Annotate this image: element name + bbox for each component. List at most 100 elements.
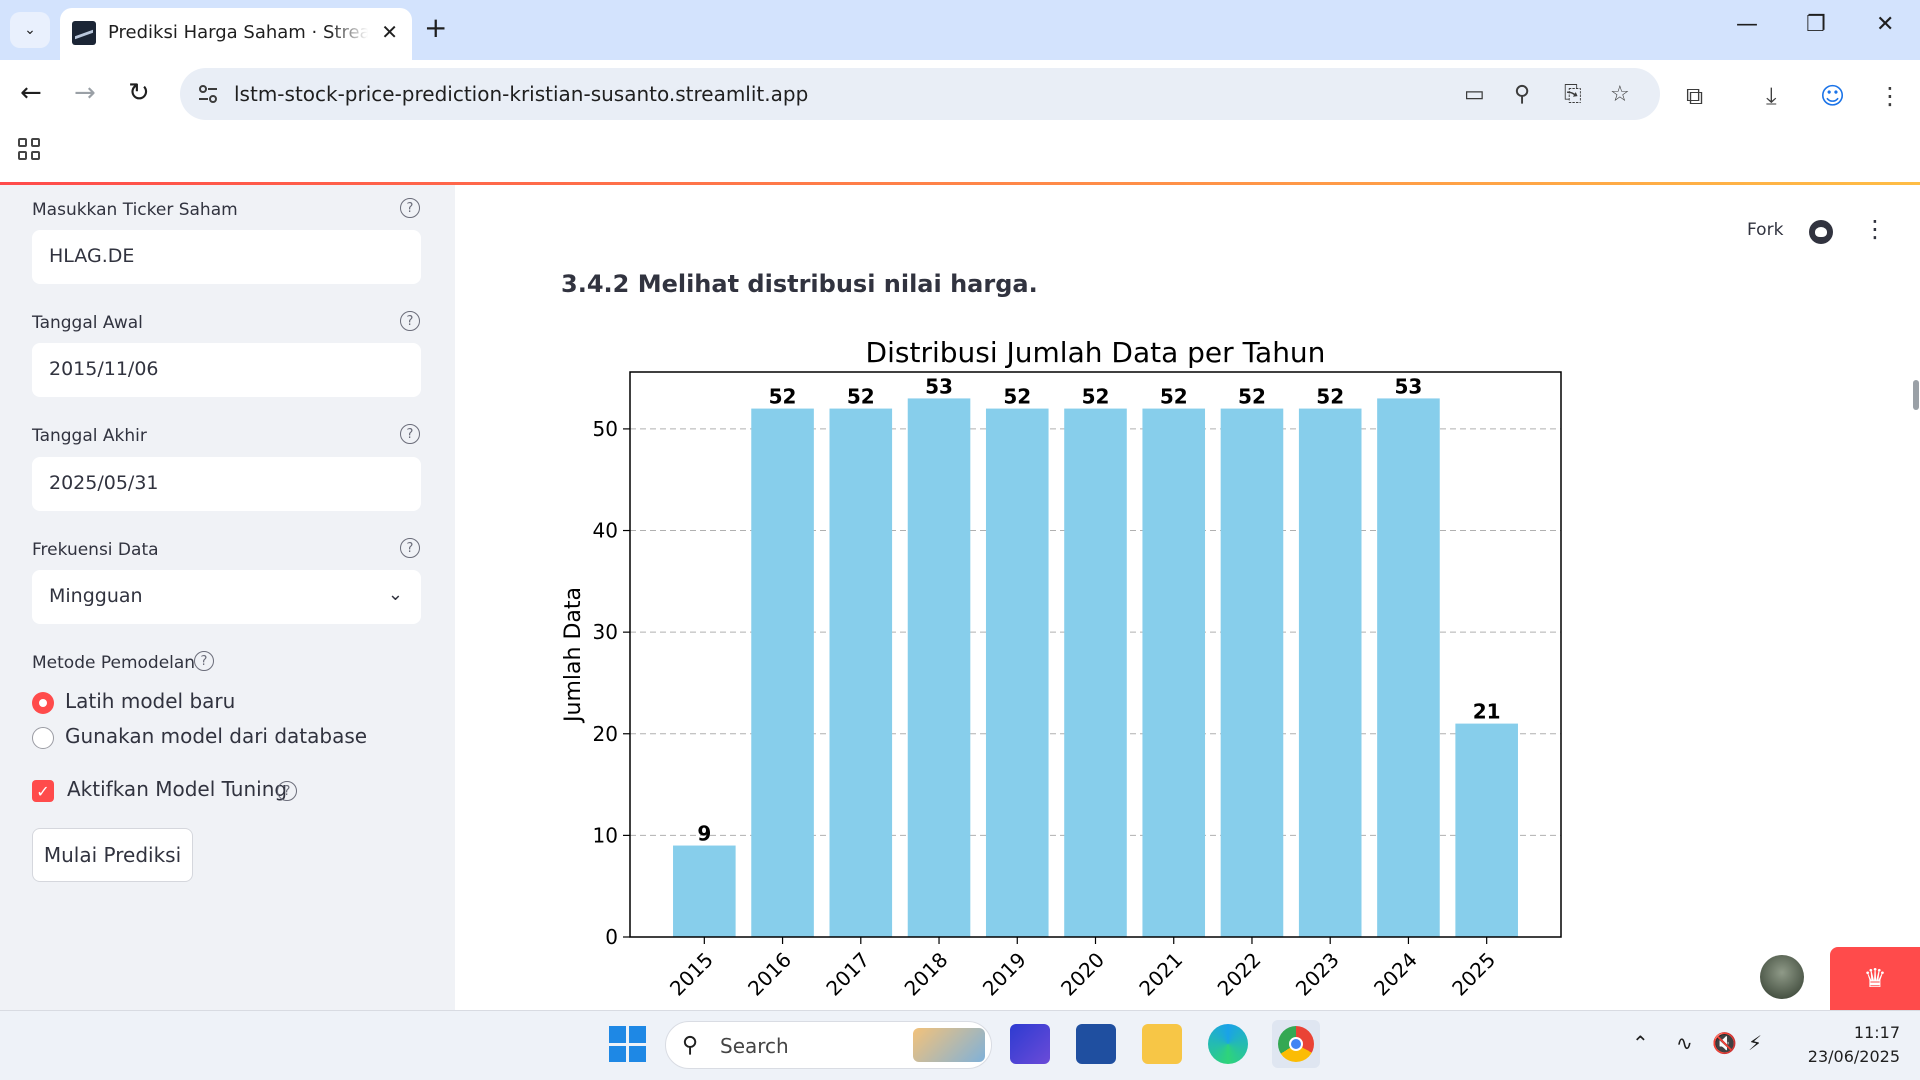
x-tick-label: 2023 xyxy=(1291,948,1344,1001)
ticker-input[interactable]: HLAG.DE xyxy=(32,230,421,284)
bar xyxy=(829,408,893,937)
copilot-app-icon[interactable] xyxy=(1010,1024,1050,1064)
chrome-taskbar-button[interactable] xyxy=(1272,1020,1320,1068)
start-date-label: Tanggal Awal xyxy=(32,313,143,333)
section-heading: 3.4.2 Melihat distribusi nilai harga. xyxy=(561,270,1038,298)
frequency-select[interactable]: Mingguan ⌄ xyxy=(32,570,421,624)
chevron-down-icon: ⌄ xyxy=(24,22,36,38)
help-icon[interactable]: ? xyxy=(400,424,420,444)
frequency-value: Mingguan xyxy=(49,585,143,607)
restore-icon[interactable]: ❐ xyxy=(1806,12,1826,37)
clock-date: 23/06/2025 xyxy=(1807,1047,1900,1066)
bar xyxy=(1377,398,1440,937)
chevron-down-icon: ⌄ xyxy=(387,584,403,605)
streamlit-crown-button[interactable]: ♛ xyxy=(1830,947,1920,1010)
radio-use-database-label[interactable]: Gunakan model dari database xyxy=(65,724,367,748)
minimize-icon[interactable]: — xyxy=(1736,12,1758,37)
zoom-icon[interactable]: ⚲ xyxy=(1514,82,1530,107)
clock[interactable]: 11:17 23/06/2025 xyxy=(1790,1021,1900,1069)
bar-value-label: 52 xyxy=(1160,385,1188,409)
y-tick-label: 0 xyxy=(605,925,618,949)
x-tick-label: 2021 xyxy=(1134,948,1187,1001)
y-tick-label: 40 xyxy=(593,519,618,543)
store-app-icon[interactable] xyxy=(1076,1024,1116,1064)
windows-start-icon[interactable] xyxy=(607,1024,647,1064)
start-prediction-button[interactable]: Mulai Prediksi xyxy=(32,828,193,882)
browser-toolbar: ← → ↻ lstm-stock-price-prediction-kristi… xyxy=(0,60,1920,130)
battery-icon[interactable]: ⚡ xyxy=(1748,1031,1762,1055)
x-tick-label: 2022 xyxy=(1213,948,1266,1001)
bar xyxy=(985,408,1049,937)
show-hidden-icons[interactable]: ⌃ xyxy=(1632,1031,1649,1055)
bar-value-label: 52 xyxy=(1238,385,1266,409)
radio-use-database[interactable] xyxy=(32,727,54,749)
help-icon[interactable]: ? xyxy=(277,781,297,801)
profile-icon[interactable]: ☺ xyxy=(1820,82,1845,110)
end-date-label: Tanggal Akhir xyxy=(32,426,147,446)
x-tick-label: 2019 xyxy=(978,948,1031,1001)
forward-arrow-icon[interactable]: → xyxy=(74,78,96,108)
file-explorer-icon[interactable] xyxy=(1142,1024,1182,1064)
address-bar[interactable]: lstm-stock-price-prediction-kristian-sus… xyxy=(180,68,1660,120)
bar-value-label: 52 xyxy=(769,385,797,409)
wifi-icon[interactable]: ∿ xyxy=(1676,1031,1693,1055)
y-tick-label: 50 xyxy=(593,417,618,441)
menu-kebab-icon[interactable]: ⋮ xyxy=(1878,82,1902,110)
new-tab-button[interactable]: + xyxy=(424,14,447,42)
tab-title: Prediksi Harga Saham · Streamlit xyxy=(108,22,368,43)
extensions-icon[interactable]: ⧉ xyxy=(1686,82,1703,110)
bar xyxy=(751,408,814,937)
site-settings-icon[interactable] xyxy=(196,82,220,106)
radio-train-new[interactable] xyxy=(32,692,54,714)
clock-time: 11:17 xyxy=(1853,1023,1900,1042)
bar-value-label: 53 xyxy=(1395,374,1423,398)
browser-tabbar: ⌄ Prediksi Harga Saham · Streamlit ✕ + —… xyxy=(0,0,1920,60)
volume-muted-icon[interactable]: 🔇 xyxy=(1712,1031,1737,1055)
help-icon[interactable]: ? xyxy=(400,538,420,558)
close-tab-icon[interactable]: ✕ xyxy=(381,20,398,44)
method-label: Metode Pemodelan xyxy=(32,653,196,673)
tuning-label[interactable]: Aktifkan Model Tuning xyxy=(67,777,287,801)
tab-search-button[interactable]: ⌄ xyxy=(10,12,50,48)
scrollbar-thumb[interactable] xyxy=(1913,380,1919,410)
active-tab[interactable]: Prediksi Harga Saham · Streamlit ✕ xyxy=(60,8,412,60)
windows-taskbar: ⚲ Search ⌃ ∿ 🔇 ⚡ 11:17 23/06/2025 xyxy=(0,1010,1920,1080)
bar xyxy=(673,845,736,937)
help-icon[interactable]: ? xyxy=(400,198,420,218)
window-close-icon[interactable]: ✕ xyxy=(1876,12,1894,37)
bar xyxy=(1064,408,1127,937)
help-icon[interactable]: ? xyxy=(400,311,420,331)
bar-value-label: 53 xyxy=(925,374,953,398)
back-arrow-icon[interactable]: ← xyxy=(20,78,42,108)
chart-title: Distribusi Jumlah Data per Tahun xyxy=(866,336,1326,369)
search-icon: ⚲ xyxy=(682,1033,699,1058)
crown-icon: ♛ xyxy=(1863,963,1887,994)
help-icon[interactable]: ? xyxy=(194,651,214,671)
x-tick-label: 2017 xyxy=(821,948,874,1001)
github-icon[interactable] xyxy=(1809,220,1833,244)
taskbar-search[interactable]: ⚲ Search xyxy=(665,1021,992,1069)
search-highlight-image xyxy=(913,1028,985,1062)
download-icon[interactable]: ⤓ xyxy=(1766,82,1777,110)
install-app-icon[interactable]: ▭ xyxy=(1464,82,1485,107)
end-date-input[interactable]: 2025/05/31 xyxy=(32,457,421,511)
apps-grid-icon[interactable] xyxy=(18,138,40,160)
radio-train-new-label[interactable]: Latih model baru xyxy=(65,689,235,713)
x-tick-label: 2025 xyxy=(1447,948,1500,1001)
save-page-icon[interactable]: ⎘ xyxy=(1564,82,1582,107)
sidebar: Masukkan Ticker Saham ? HLAG.DE Tanggal … xyxy=(0,185,455,1010)
x-tick-label: 2018 xyxy=(900,948,953,1001)
tuning-checkbox[interactable]: ✓ xyxy=(32,780,54,802)
fork-link[interactable]: Fork xyxy=(1747,220,1783,240)
x-tick-label: 2020 xyxy=(1056,948,1109,1001)
app-menu-icon[interactable]: ⋮ xyxy=(1863,217,1887,241)
url-text[interactable]: lstm-stock-price-prediction-kristian-sus… xyxy=(234,82,808,106)
bar-value-label: 52 xyxy=(1316,385,1344,409)
start-date-input[interactable]: 2015/11/06 xyxy=(32,343,421,397)
edge-browser-icon[interactable] xyxy=(1208,1024,1248,1064)
bookmark-star-icon[interactable]: ☆ xyxy=(1610,82,1630,107)
bar-value-label: 9 xyxy=(697,822,711,846)
avatar[interactable] xyxy=(1760,955,1804,999)
bar xyxy=(1220,408,1284,937)
reload-icon[interactable]: ↻ xyxy=(128,78,150,108)
